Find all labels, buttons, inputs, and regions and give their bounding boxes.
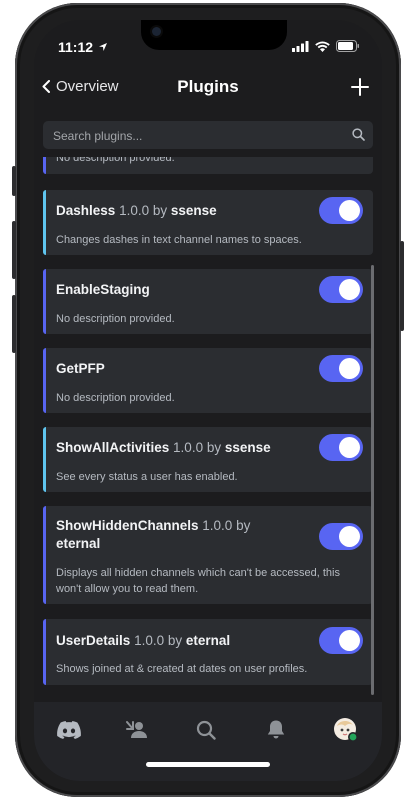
front-camera <box>152 27 161 36</box>
plugin-enable-toggle[interactable] <box>319 276 363 303</box>
plugin-accent-bar <box>43 619 46 685</box>
plugin-card: EnableStaging No description provided. <box>43 269 373 334</box>
power-button <box>400 241 404 331</box>
plugin-accent-bar <box>43 348 46 413</box>
plugin-version: 1.0.0 <box>119 203 150 218</box>
location-arrow-icon <box>99 43 107 51</box>
plugin-title: UserDetails 1.0.0 by eternal <box>56 632 230 650</box>
plugin-description: No description provided. <box>56 392 175 404</box>
plugin-description: Shows joined at & created at dates on us… <box>56 663 308 675</box>
plugin-enable-toggle[interactable] <box>319 523 363 550</box>
tab-search[interactable] <box>186 716 226 744</box>
plugin-accent-bar <box>43 427 46 492</box>
plugin-card: ShowHiddenChannels 1.0.0 by eternal Disp… <box>43 506 373 604</box>
tab-notifications[interactable] <box>256 716 296 744</box>
online-status-indicator <box>349 733 357 741</box>
app-screen: 11:12 Overview Plugins No description pr… <box>34 20 382 781</box>
toggle-knob <box>339 279 360 300</box>
plugin-name: ShowHiddenChannels <box>56 518 199 533</box>
friends-icon <box>126 721 147 738</box>
plugin-description: No description provided. <box>56 313 175 325</box>
tab-profile[interactable] <box>326 716 366 744</box>
mute-switch <box>12 166 16 196</box>
plugin-by: by <box>167 633 183 648</box>
plugin-author: eternal <box>185 633 231 648</box>
plugin-version: 1.0.0 <box>202 518 233 533</box>
battery-icon <box>336 40 359 52</box>
tab-home[interactable] <box>49 716 89 744</box>
plugin-name: Dashless <box>56 203 116 218</box>
toggle-knob <box>339 437 360 458</box>
plugin-accent-bar <box>43 190 46 255</box>
profile-avatar <box>334 718 358 742</box>
plugin-accent-bar <box>43 269 46 334</box>
toggle-knob <box>339 526 360 547</box>
volume-down-button <box>12 295 16 353</box>
plugin-by: by <box>236 518 251 533</box>
cellular-signal-icon <box>292 40 309 52</box>
plugin-author: ssense <box>170 203 217 218</box>
plugin-title: GetPFP <box>56 360 105 378</box>
plugin-author: eternal <box>56 536 101 551</box>
scrollbar[interactable] <box>371 265 374 695</box>
plugin-by: by <box>152 203 168 218</box>
tab-bar <box>34 702 382 781</box>
notifications-icon <box>267 720 285 739</box>
status-time: 11:12 <box>58 39 94 55</box>
search-icon <box>352 128 365 141</box>
plugin-card: Dashless 1.0.0 by ssense Changes dashes … <box>43 190 373 255</box>
home-indicator <box>146 762 270 767</box>
plugin-name: GetPFP <box>56 361 105 376</box>
search-icon <box>196 720 216 740</box>
plugin-title: ShowHiddenChannels 1.0.0 by eternal <box>56 517 276 553</box>
wifi-icon <box>315 41 330 52</box>
navigation-bar: Overview Plugins <box>34 72 382 112</box>
plugin-description: No description provided. <box>56 157 175 164</box>
plugin-name: UserDetails <box>56 633 131 648</box>
plugin-accent-bar <box>43 506 46 604</box>
plugin-title: Dashless 1.0.0 by ssense <box>56 202 217 220</box>
tab-friends[interactable] <box>117 716 157 744</box>
plugin-description: See every status a user has enabled. <box>56 471 238 483</box>
plugin-name: ShowAllActivities <box>56 440 170 455</box>
plugin-description: Displays all hidden channels which can't… <box>56 567 340 595</box>
discord-home-icon <box>57 721 81 739</box>
plugin-card: ShowAllActivities 1.0.0 by ssense See ev… <box>43 427 373 492</box>
plugin-enable-toggle[interactable] <box>319 434 363 461</box>
plugin-title: ShowAllActivities 1.0.0 by ssense <box>56 439 271 457</box>
page-title: Plugins <box>177 77 239 96</box>
plugin-title: EnableStaging <box>56 281 150 299</box>
plugin-list: No description provided. Dashless 1.0.0 … <box>34 157 382 702</box>
toggle-knob <box>339 630 360 651</box>
plugin-name: EnableStaging <box>56 282 150 297</box>
toggle-knob <box>339 358 360 379</box>
plugin-by: by <box>206 440 222 455</box>
plugin-card: GetPFP No description provided. <box>43 348 373 413</box>
plugin-description: Changes dashes in text channel names to … <box>56 234 302 246</box>
add-plugin-button[interactable] <box>351 78 369 96</box>
plugin-card-partial: No description provided. <box>43 157 373 174</box>
plugin-card: UserDetails 1.0.0 by eternal Shows joine… <box>43 619 373 685</box>
plugin-version: 1.0.0 <box>134 633 165 648</box>
toggle-knob <box>339 200 360 221</box>
volume-up-button <box>12 221 16 279</box>
plugin-enable-toggle[interactable] <box>319 627 363 654</box>
search-bar <box>43 121 373 151</box>
plugin-version: 1.0.0 <box>173 440 204 455</box>
plugin-author: ssense <box>224 440 271 455</box>
notch <box>141 20 287 50</box>
plugin-enable-toggle[interactable] <box>319 197 363 224</box>
plugin-accent-bar <box>43 157 46 174</box>
search-input[interactable] <box>51 121 345 151</box>
plugin-enable-toggle[interactable] <box>319 355 363 382</box>
